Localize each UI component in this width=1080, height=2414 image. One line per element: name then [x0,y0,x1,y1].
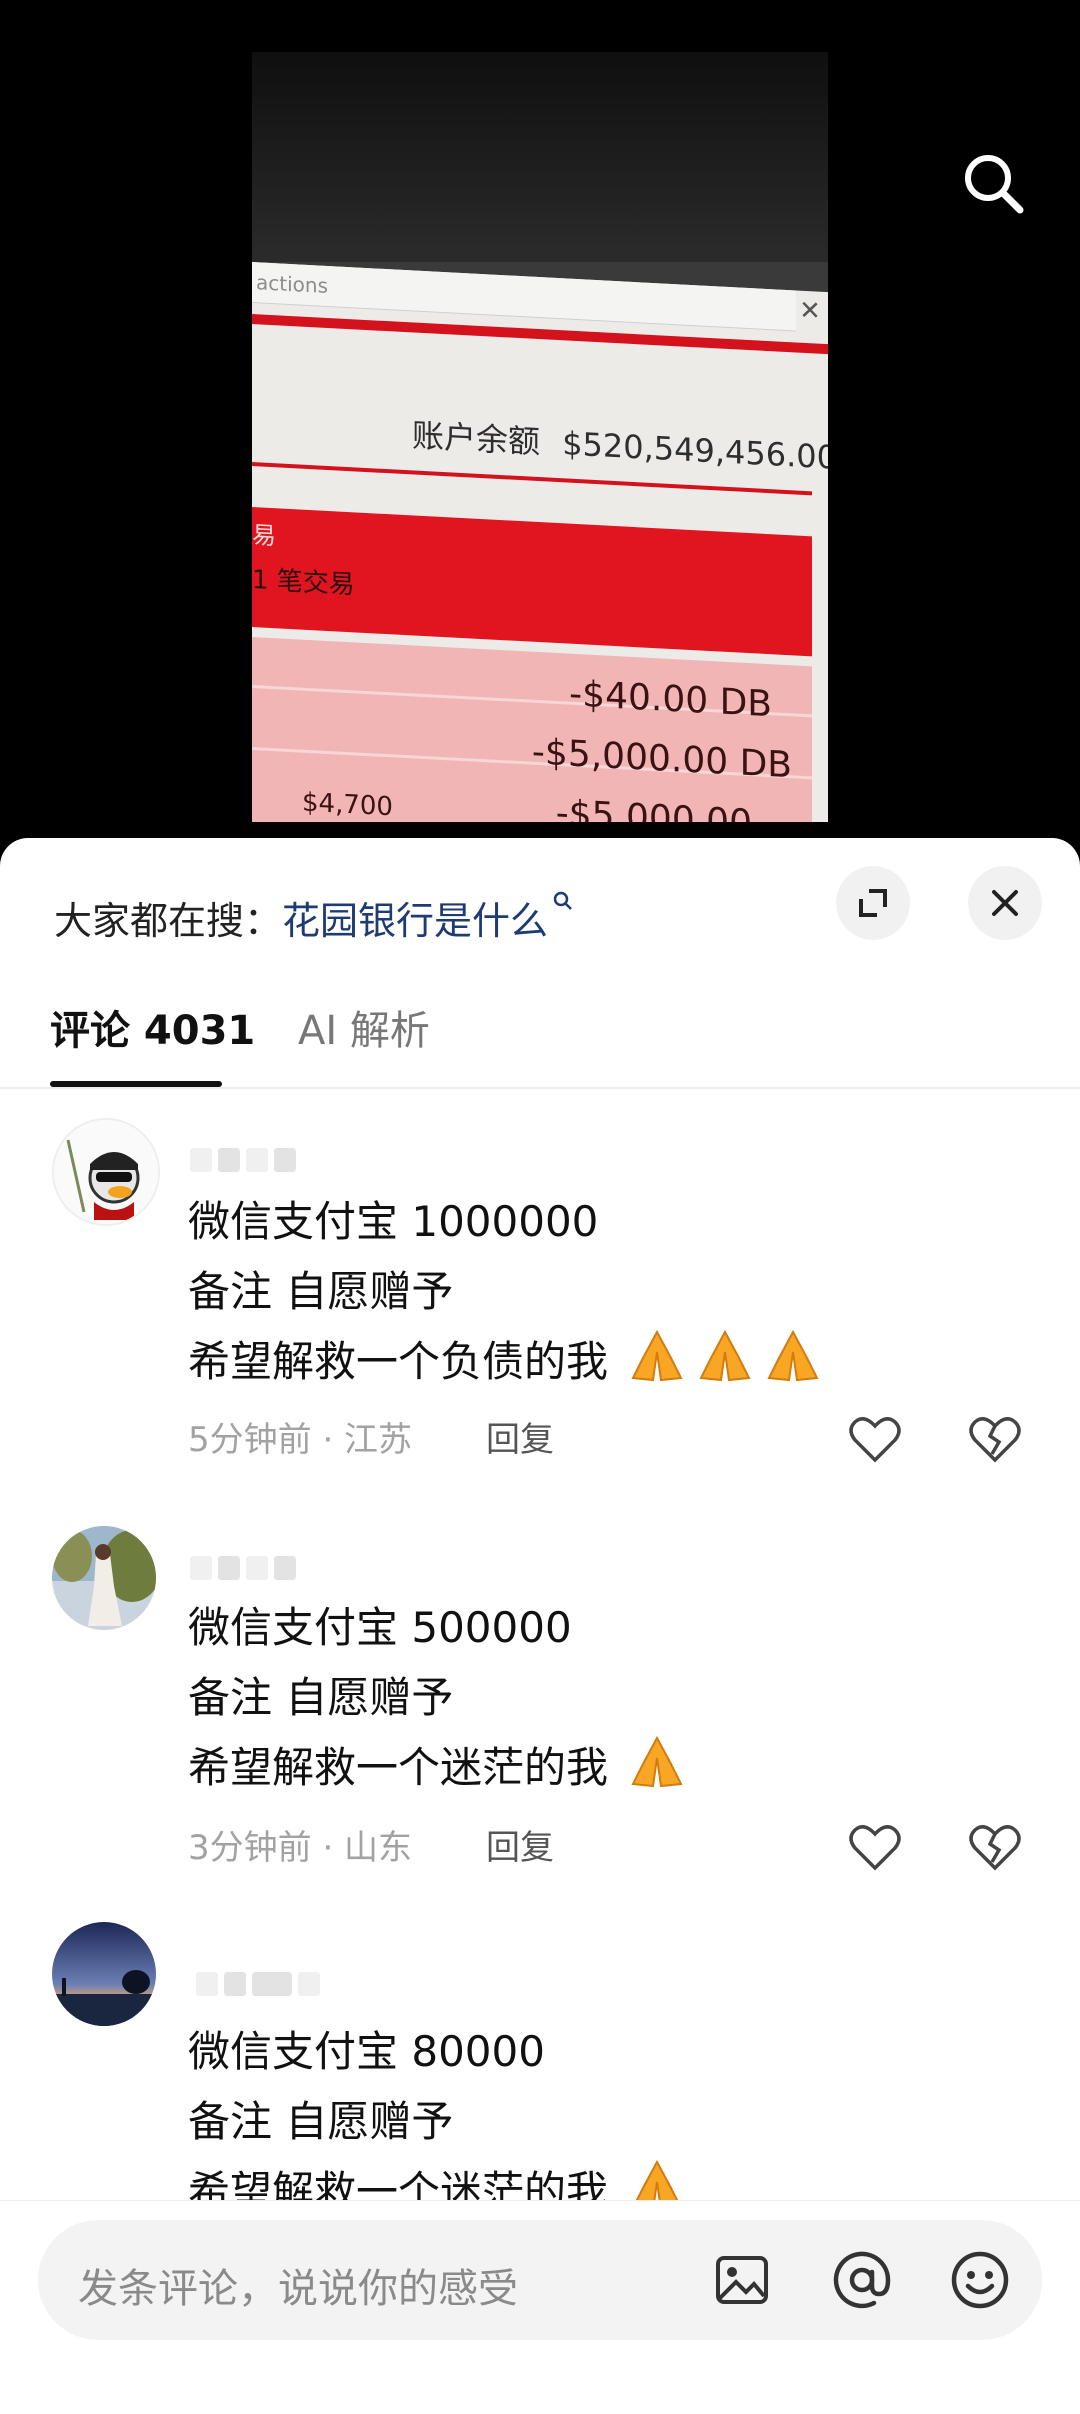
username-blurred[interactable] [196,1972,320,2000]
expand-icon [859,889,887,917]
small-search-icon [553,891,572,910]
username-blurred[interactable] [190,1556,296,1584]
transaction-amount: -$5,000.00 [555,792,752,822]
video-frame-photo: actions ✕ 账户余额 $520,549,456.00 易 1 笔交易 -… [252,52,828,822]
expand-button[interactable] [836,866,910,940]
avatar-sunset-image [52,1922,156,2026]
reply-button[interactable]: 回复 [486,1412,554,1461]
hot-search-suggestion[interactable]: 大家都在搜：花园银行是什么 [54,890,574,945]
folded-hands-emoji [631,1735,683,1788]
broken-heart-icon[interactable] [968,1822,1022,1872]
comment-text-line-2: 备注 自愿赠予 [188,1673,454,1722]
transaction-amount: -$40.00 DB [569,673,772,726]
transactions-header: 易 1 笔交易 [252,507,812,657]
at-icon[interactable] [830,2248,894,2312]
tab-comments[interactable]: 评论 4031 [50,998,255,1056]
monitor-bezel [252,52,828,262]
comments-sheet: 大家都在搜：花园银行是什么 评论 4031 AI 解析 微信支付宝 100000… [0,838,1080,2414]
close-icon [992,890,1018,916]
close-button[interactable] [968,866,1042,940]
balance-value: $520,549,456.00 [562,424,828,477]
avatar[interactable] [52,1526,156,1630]
comment-input-placeholder[interactable]: 发条评论，说说你的感受 [78,2256,518,2314]
comment-time-location: 5分钟前 · 江苏 [188,1420,413,1460]
comment-text-line-1: 微信支付宝 80000 [188,2027,545,2076]
avatar-photo [52,1526,156,1630]
avatar[interactable] [52,1118,160,1226]
transactions-count: 1 笔交易 [252,565,355,601]
avatar-duck-image [54,1120,158,1224]
image-icon[interactable] [710,2248,774,2312]
comment-text-line-3: 希望解救一个负债的我 [188,1328,825,1389]
emoji-icon[interactable] [948,2248,1012,2312]
video-area[interactable]: actions ✕ 账户余额 $520,549,456.00 易 1 笔交易 -… [0,0,1080,840]
hot-search-query[interactable]: 花园银行是什么 [282,899,548,943]
comment-text: 希望解救一个迷茫的我 [188,1743,609,1792]
heart-icon[interactable] [848,1822,902,1872]
heart-icon[interactable] [848,1414,902,1464]
broken-heart-icon[interactable] [968,1414,1022,1464]
transaction-amount: -$5,000.00 DB [531,731,792,787]
transactions-list: -$40.00 DB -$5,000.00 DB -$5,000.00 $4,7… [252,637,812,822]
comment-text-line-2: 备注 自愿赠予 [188,2097,454,2146]
folded-hands-emoji [767,1329,819,1382]
transaction-partial-amount: $4,700 [302,787,393,822]
username-blurred[interactable] [190,1148,296,1176]
hot-search-prefix: 大家都在搜： [54,899,283,943]
search-icon[interactable] [958,148,1028,218]
tabs-divider [0,1087,1080,1089]
folded-hands-emoji [631,1329,683,1382]
avatar[interactable] [52,1922,156,2026]
comment-text-line-1: 微信支付宝 500000 [188,1603,572,1652]
folded-hands-emoji [699,1329,751,1382]
comment-text: 希望解救一个负债的我 [188,1337,609,1386]
comment-text-line-1: 微信支付宝 1000000 [188,1197,599,1246]
reply-button[interactable]: 回复 [486,1820,554,1869]
bank-screen: actions ✕ 账户余额 $520,549,456.00 易 1 笔交易 -… [252,262,828,822]
account-balance: 账户余额 $520,549,456.00 [412,410,828,478]
tab-ai-analysis[interactable]: AI 解析 [298,998,430,1056]
comment-text-line-2: 备注 自愿赠予 [188,1267,454,1316]
screen-close-glyph: ✕ [799,295,821,327]
comment-text-line-3: 希望解救一个迷茫的我 [188,1734,689,1795]
transactions-header-title: 易 [252,521,276,551]
comment-input[interactable]: 发条评论，说说你的感受 [38,2220,1042,2340]
comment-time-location: 3分钟前 · 山东 [188,1828,413,1868]
balance-label: 账户余额 [412,416,541,462]
